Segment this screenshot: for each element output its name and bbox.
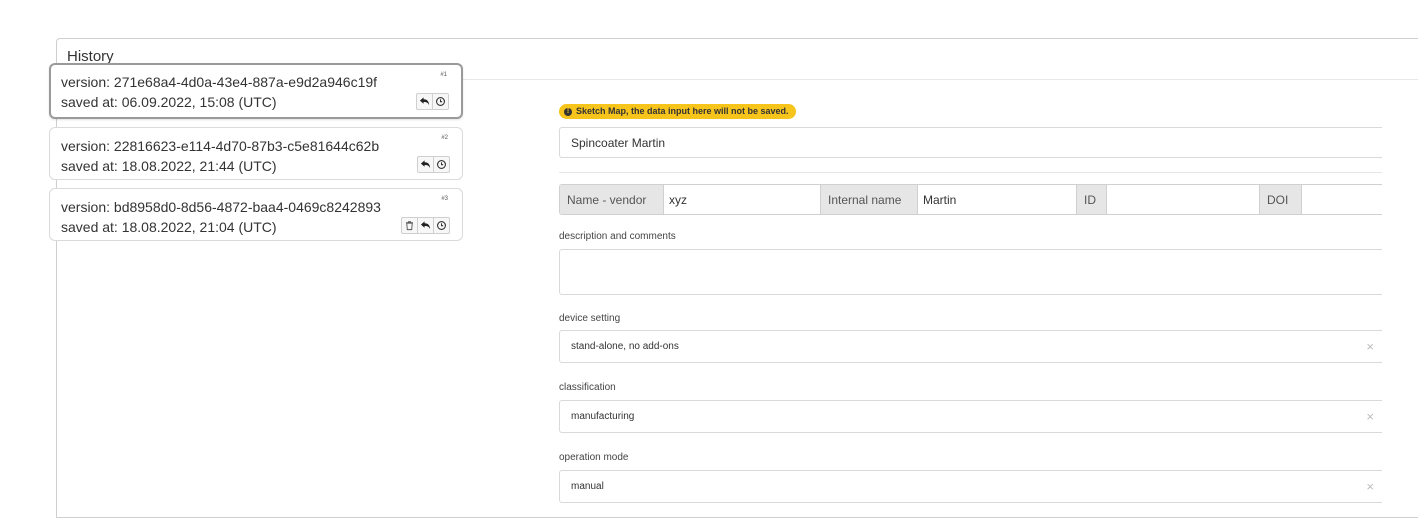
version-card-3[interactable]: version: bd8958d0-8d56-4872-baa4-0469c82… — [49, 188, 463, 241]
undo-icon — [420, 221, 431, 230]
clock-icon — [437, 221, 446, 230]
saved-timestamp: saved at: 06.09.2022, 15:08 (UTC) — [61, 94, 277, 110]
vendor-name-label: Name - vendor — [560, 185, 664, 214]
clear-icon[interactable]: × — [1366, 340, 1374, 353]
operation-mode-value: manual — [571, 481, 604, 492]
undo-button[interactable] — [417, 217, 434, 234]
clock-icon — [436, 97, 445, 106]
version-id: version: 22816623-e114-4d70-87b3-c5e8164… — [61, 138, 380, 154]
id-label: ID — [1077, 185, 1107, 214]
restore-button[interactable] — [433, 217, 450, 234]
divider — [559, 172, 1382, 173]
title-input-value: Spincoater Martin — [571, 135, 666, 150]
clock-icon — [437, 160, 446, 169]
classification-value: manufacturing — [571, 411, 635, 422]
operation-mode-label: operation mode — [559, 452, 629, 463]
version-number: #3 — [441, 196, 448, 202]
undo-button[interactable] — [416, 93, 433, 110]
device-setting-select[interactable]: stand-alone, no add-ons × — [559, 330, 1382, 363]
version-actions — [417, 156, 450, 173]
doi-label: DOI — [1260, 185, 1302, 214]
version-id: version: bd8958d0-8d56-4872-baa4-0469c82… — [61, 199, 381, 215]
trash-icon — [406, 221, 413, 231]
clear-icon[interactable]: × — [1366, 410, 1374, 423]
classification-label: classification — [559, 382, 616, 393]
undo-button[interactable] — [417, 156, 434, 173]
clear-icon[interactable]: × — [1366, 480, 1374, 493]
vendor-name-field[interactable]: xyz — [664, 185, 821, 214]
version-id: version: 271e68a4-4d0a-43e4-887a-e9d2a94… — [61, 74, 378, 90]
sketch-map-warning-badge: ! Sketch Map, the data input here will n… — [559, 104, 796, 119]
saved-timestamp: saved at: 18.08.2022, 21:44 (UTC) — [61, 158, 277, 174]
description-textarea[interactable] — [559, 249, 1382, 295]
version-actions — [401, 217, 450, 234]
version-number: #2 — [441, 135, 448, 141]
undo-icon — [420, 160, 431, 169]
internal-name-label: Internal name — [821, 185, 918, 214]
restore-button[interactable] — [433, 156, 450, 173]
saved-timestamp: saved at: 18.08.2022, 21:04 (UTC) — [61, 219, 277, 235]
identifier-row: Name - vendor xyz Internal name Martin I… — [559, 184, 1382, 215]
id-field[interactable] — [1107, 185, 1260, 214]
title-input[interactable]: Spincoater Martin — [559, 127, 1382, 158]
version-list: version: 271e68a4-4d0a-43e4-887a-e9d2a94… — [49, 63, 463, 249]
warning-text: Sketch Map, the data input here will not… — [576, 106, 789, 116]
operation-mode-select[interactable]: manual × — [559, 470, 1382, 503]
delete-button[interactable] — [401, 217, 418, 234]
device-setting-label: device setting — [559, 313, 621, 324]
undo-icon — [419, 97, 430, 106]
version-card-1[interactable]: version: 271e68a4-4d0a-43e4-887a-e9d2a94… — [49, 63, 463, 119]
classification-select[interactable]: manufacturing × — [559, 400, 1382, 433]
device-setting-value: stand-alone, no add-ons — [571, 341, 679, 352]
doi-field[interactable] — [1302, 185, 1382, 214]
version-number: #1 — [440, 72, 447, 78]
description-label: description and comments — [559, 231, 676, 242]
version-card-2[interactable]: version: 22816623-e114-4d70-87b3-c5e8164… — [49, 127, 463, 180]
exclamation-icon: ! — [564, 107, 572, 116]
restore-button[interactable] — [432, 93, 449, 110]
version-actions — [416, 93, 449, 110]
internal-name-field[interactable]: Martin — [918, 185, 1077, 214]
